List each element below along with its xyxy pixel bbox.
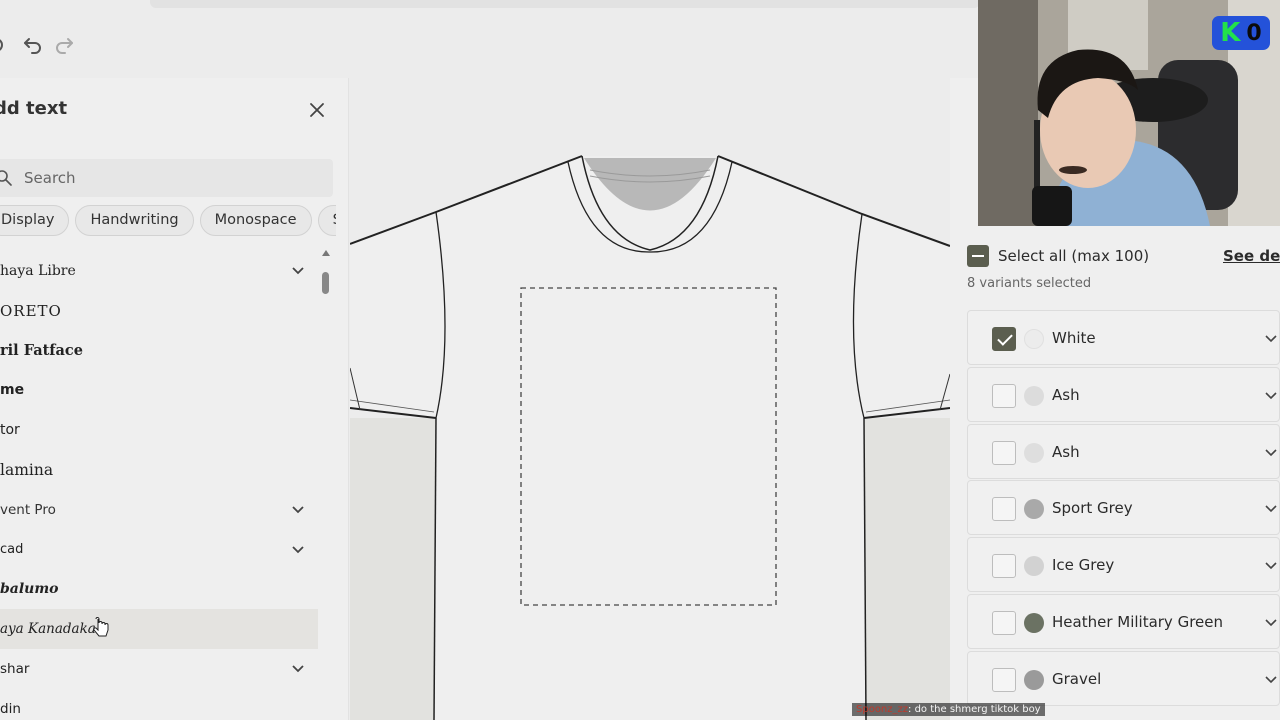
chevron-down-icon[interactable] (1264, 331, 1278, 345)
chevron-down-icon[interactable] (1264, 388, 1278, 402)
font-item[interactable]: din (0, 689, 318, 720)
chip-monospace[interactable]: Monospace (199, 205, 312, 236)
select-all-label: Select all (max 100) (998, 247, 1150, 265)
font-item[interactable]: ril Fatface (0, 331, 318, 371)
chevron-down-icon (292, 506, 304, 514)
close-icon (310, 103, 324, 117)
variants-count: 8 variants selected (967, 276, 1092, 291)
font-item[interactable]: ORETO (0, 291, 318, 331)
color-swatch (1024, 669, 1044, 690)
font-item[interactable]: cad (0, 530, 318, 570)
variant-checkbox[interactable] (992, 667, 1016, 692)
font-item-label: me (0, 382, 25, 399)
variant-checkbox[interactable] (992, 497, 1016, 522)
chevron-down-icon (292, 545, 304, 553)
top-address-strip (150, 0, 980, 8)
variant-row[interactable]: Ash (967, 423, 1280, 479)
font-list: haya Libre ORETO ril Fatface me tor lami… (0, 251, 318, 720)
variant-label: Ash (1052, 442, 1080, 461)
font-item[interactable]: me (0, 370, 318, 410)
variant-label: Gravel (1052, 669, 1102, 688)
redo-button[interactable] (53, 34, 75, 56)
variant-checkbox[interactable] (992, 383, 1016, 408)
font-item-label: ril Fatface (0, 341, 83, 359)
see-details-link[interactable]: See det (1223, 247, 1280, 265)
font-item[interactable]: shar (0, 649, 318, 689)
chevron-down-icon[interactable] (1264, 672, 1278, 686)
variant-row[interactable]: Ash (967, 366, 1280, 422)
font-item-label: aya Kanadaka (0, 621, 96, 638)
font-item-label: balumo (0, 581, 59, 598)
color-swatch (1024, 442, 1044, 463)
chevron-down-icon[interactable] (1264, 558, 1278, 572)
cursor-hand-icon (93, 617, 109, 637)
panel-title: dd text (0, 98, 68, 119)
font-item[interactable]: vent Pro (0, 490, 318, 530)
chevron-down-icon (292, 665, 304, 673)
search-input[interactable] (24, 169, 304, 187)
badge-letter: K (1220, 18, 1241, 48)
chevron-down-icon (292, 267, 304, 275)
chat-message: : do the shmerg tiktok boy (908, 704, 1041, 715)
chat-username: Spoonz_zz (856, 704, 909, 715)
kick-badge: K 0 (1212, 16, 1270, 50)
variant-list: White Ash Ash Sport Grey Ice Grey Heathe… (967, 310, 1280, 708)
variant-row[interactable]: Gravel (967, 650, 1280, 706)
variant-label: Sport Grey (1052, 499, 1133, 518)
close-button[interactable] (305, 98, 329, 122)
scroll-up-arrow[interactable] (322, 250, 330, 256)
font-item-label: shar (0, 660, 30, 677)
variant-label: White (1052, 329, 1096, 347)
select-all-checkbox[interactable] (967, 245, 989, 267)
layers-icon[interactable] (0, 34, 14, 56)
font-item-label: vent Pro (0, 501, 56, 518)
undo-icon (24, 38, 41, 54)
color-swatch (1024, 385, 1044, 406)
chip-serif[interactable]: S (317, 205, 336, 236)
variant-checkbox[interactable] (992, 440, 1016, 465)
scrollbar-thumb[interactable] (322, 272, 329, 294)
badge-count: 0 (1246, 20, 1262, 46)
add-text-panel: dd text DisplayHandwritingMonospaceS hay… (0, 78, 349, 720)
search-icon (0, 169, 14, 187)
chevron-down-icon[interactable] (1264, 615, 1278, 629)
chevron-down-icon[interactable] (1264, 445, 1278, 459)
variant-row[interactable]: Sport Grey (967, 480, 1280, 536)
color-swatch (1024, 612, 1044, 633)
variant-checkbox[interactable] (992, 554, 1016, 579)
chevron-down-icon[interactable] (1264, 501, 1278, 515)
font-item-label: tor (0, 422, 20, 439)
chat-caption: Spoonz_zz: do the shmerg tiktok boy (852, 703, 1045, 716)
undo-button[interactable] (22, 34, 44, 56)
variant-row[interactable]: Heather Military Green (967, 593, 1280, 649)
chip-display[interactable]: Display (0, 205, 70, 236)
variant-checkbox[interactable] (992, 327, 1016, 351)
variant-checkbox[interactable] (992, 610, 1016, 635)
variant-row[interactable]: Ice Grey (967, 537, 1280, 593)
top-toolbar (0, 0, 980, 78)
font-item[interactable]: lamina (0, 450, 318, 490)
design-canvas[interactable] (350, 78, 950, 720)
variant-label: Ice Grey (1052, 556, 1115, 575)
font-item-label: lamina (0, 460, 54, 479)
chip-handwriting[interactable]: Handwriting (75, 205, 194, 236)
font-item-label: haya Libre (0, 262, 76, 279)
font-item[interactable]: haya Libre (0, 251, 318, 291)
font-item[interactable]: aya Kanadaka (0, 609, 318, 649)
font-item[interactable]: balumo (0, 569, 318, 609)
font-item-label: ORETO (0, 301, 62, 320)
color-swatch (1024, 556, 1044, 577)
font-item-label: din (0, 700, 21, 717)
variant-label: Ash (1052, 385, 1080, 404)
variant-label: Heather Military Green (1052, 612, 1224, 631)
tshirt-mockup (350, 155, 950, 720)
font-item[interactable]: tor (0, 410, 318, 450)
font-search[interactable] (0, 159, 333, 197)
variant-row[interactable]: White (967, 310, 1280, 365)
redo-icon (56, 38, 73, 54)
color-swatch (1024, 329, 1044, 349)
font-item-label: cad (0, 541, 24, 557)
font-category-chips: DisplayHandwritingMonospaceS (0, 205, 336, 237)
color-swatch (1024, 499, 1044, 520)
